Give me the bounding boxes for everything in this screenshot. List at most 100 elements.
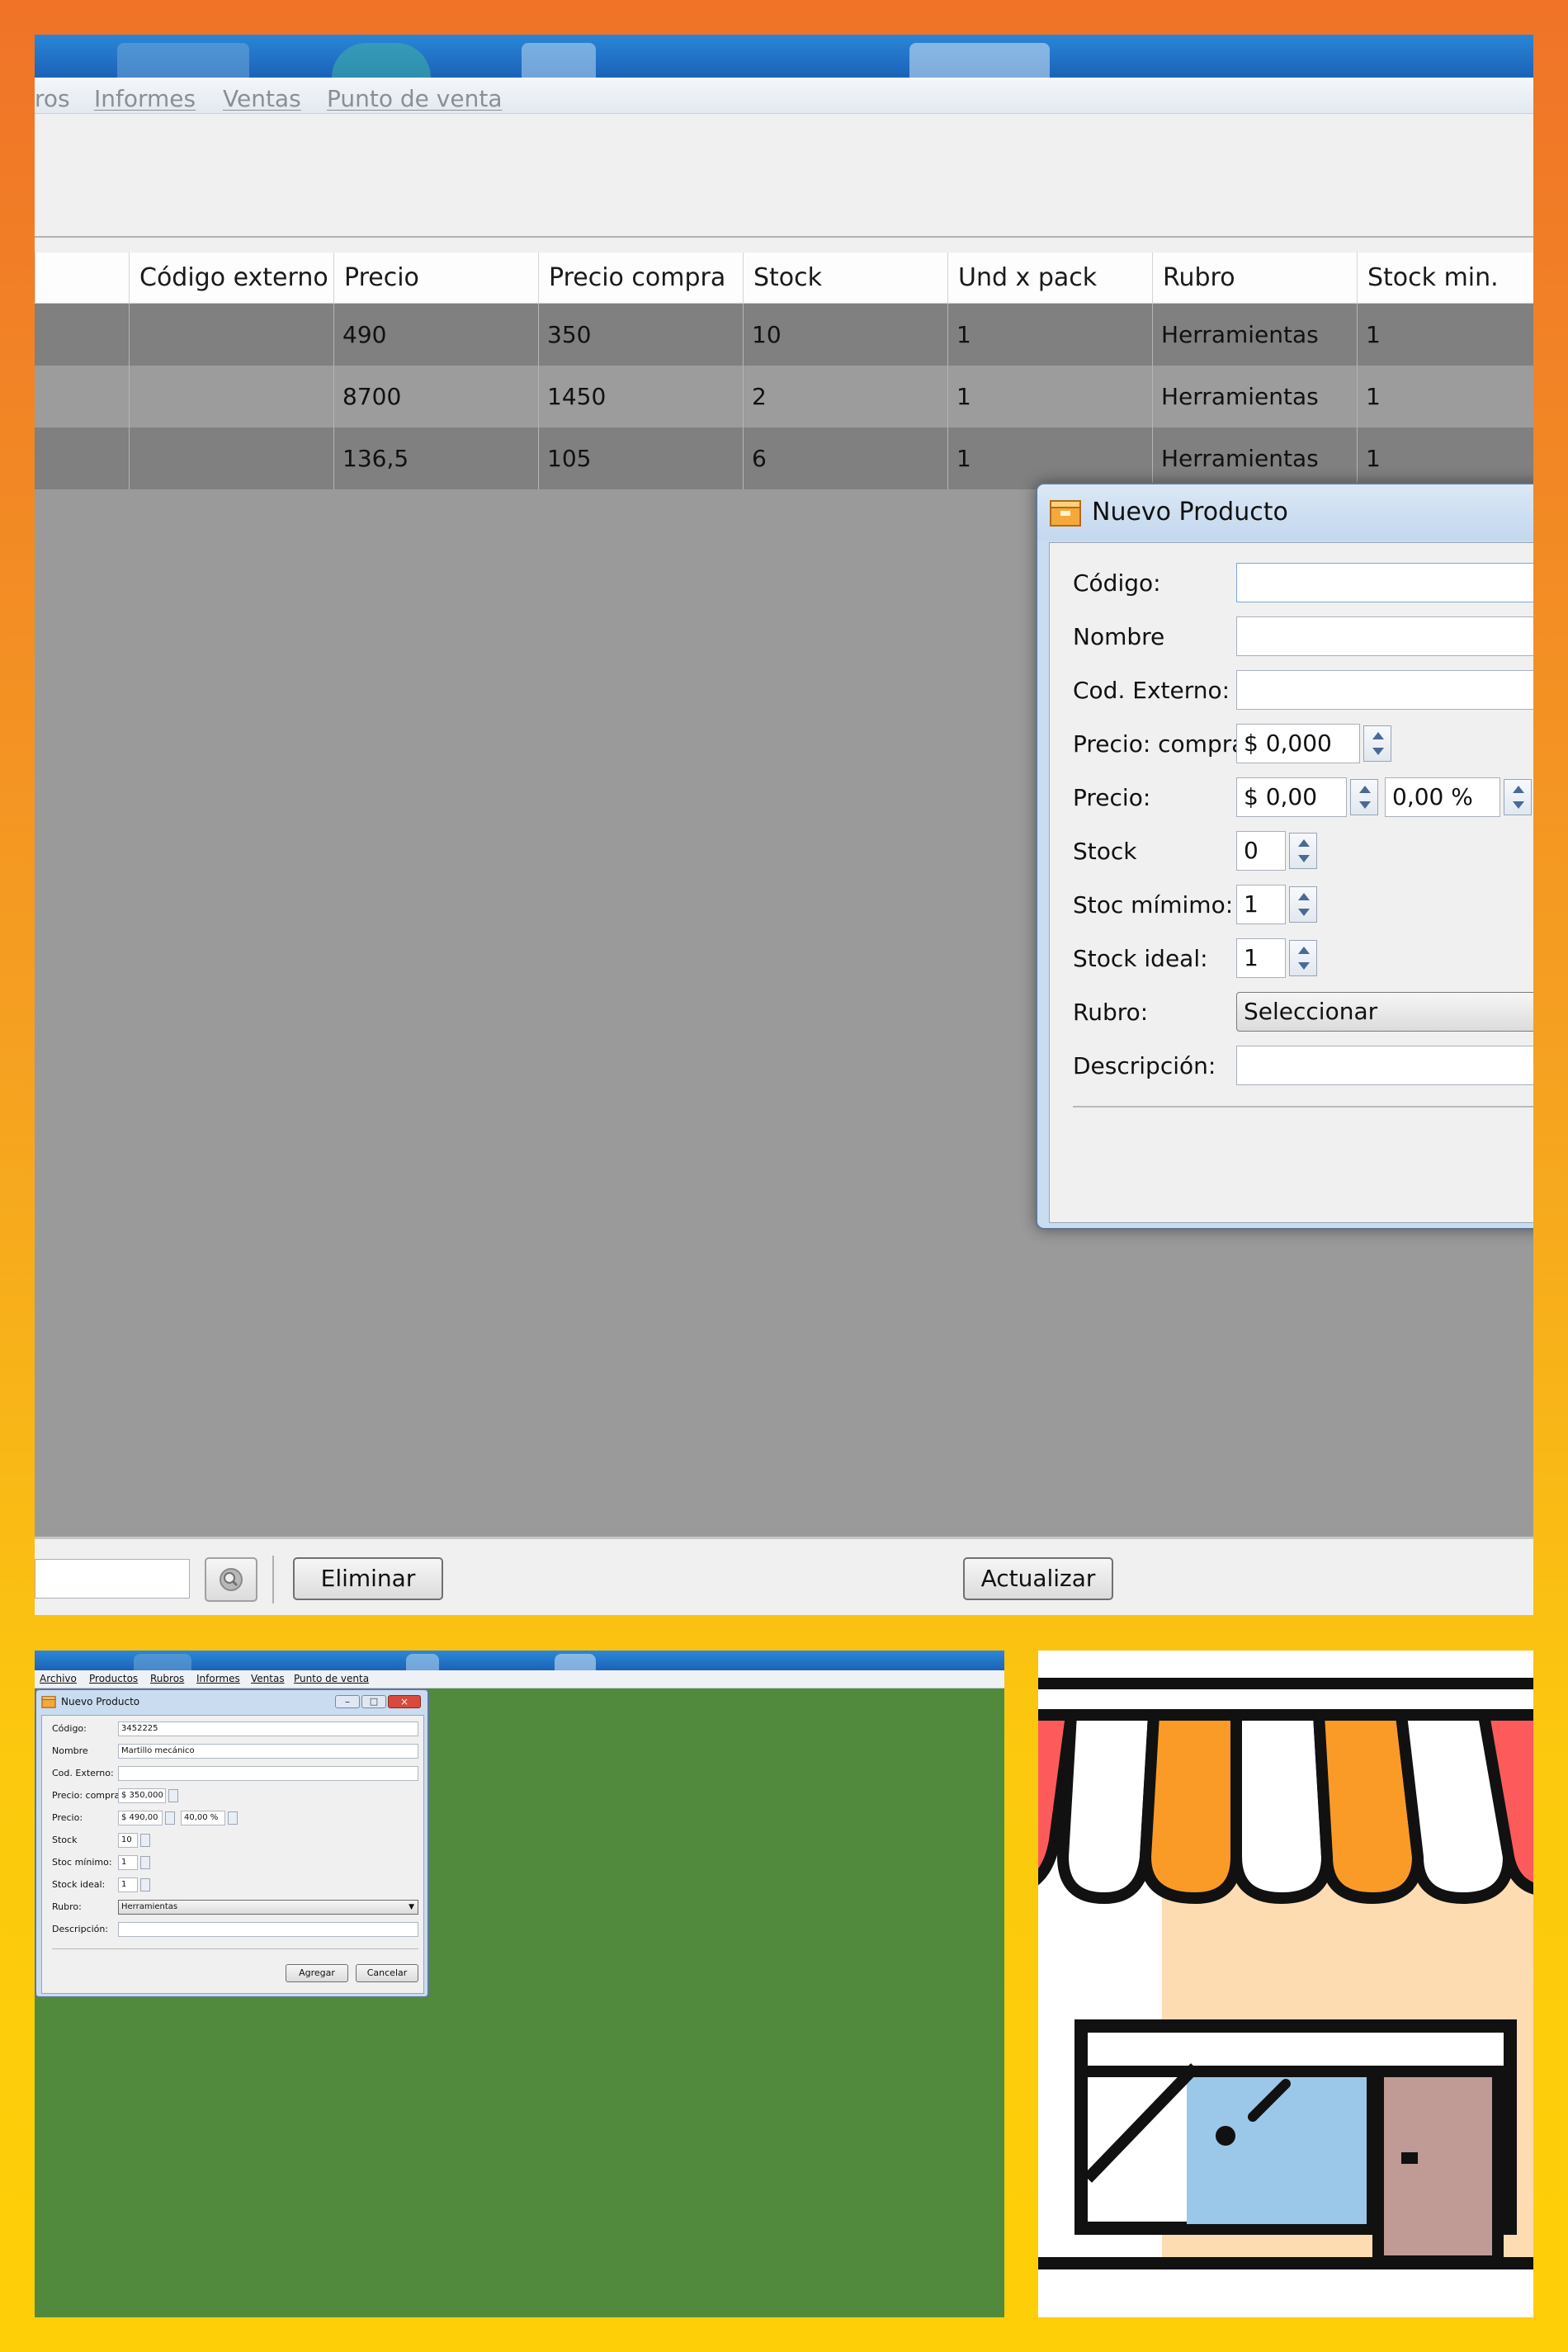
descripcion-input[interactable]: [1236, 1046, 1533, 1085]
box-icon: [1050, 500, 1081, 527]
codigo-input[interactable]: 3452225: [118, 1721, 418, 1736]
nombre-input[interactable]: [1236, 616, 1533, 656]
column-header-stock-min[interactable]: Stock min.: [1357, 253, 1533, 304]
cell-codigo-externo: [129, 427, 333, 489]
label-descripcion: Descripción:: [52, 1924, 109, 1934]
menu-item-informes[interactable]: Informes: [94, 85, 196, 112]
dialog-body: Código: 3452225 Nombre Martillo mecánico…: [41, 1715, 424, 1994]
actualizar-button[interactable]: Actualizar: [963, 1557, 1113, 1600]
label-rubro: Rubro:: [52, 1901, 82, 1912]
stoc-minimo-spinner[interactable]: [140, 1856, 150, 1869]
cell-precio: 136,5: [333, 427, 538, 489]
column-header-stock[interactable]: Stock: [743, 253, 947, 304]
margen-input[interactable]: 40,00 %: [181, 1811, 225, 1825]
stock-input[interactable]: 0: [1236, 831, 1286, 871]
menu-item-punto-de-venta[interactable]: Punto de venta: [294, 1673, 369, 1684]
cell-precio-compra: 350: [538, 304, 743, 366]
cell-codigo-externo: [129, 304, 333, 366]
minimize-button[interactable]: –: [335, 1695, 360, 1708]
column-header-precio[interactable]: Precio: [333, 253, 538, 304]
stock-ideal-input[interactable]: 1: [1236, 938, 1286, 978]
precio-compra-input[interactable]: $ 350,000: [118, 1788, 166, 1803]
store-icon-panel: [1038, 1651, 1533, 2317]
label-precio-compra: Precio: compra: [1073, 730, 1246, 758]
label-stock-ideal: Stock ideal:: [52, 1879, 106, 1890]
label-rubro: Rubro:: [1073, 999, 1149, 1026]
menu-item-informes[interactable]: Informes: [196, 1673, 240, 1684]
stock-input[interactable]: 10: [118, 1833, 138, 1848]
stock-spinner[interactable]: [1289, 833, 1317, 869]
table-row[interactable]: 490 350 10 1 Herramientas 1: [35, 304, 1533, 366]
cell-precio-compra: 1450: [538, 366, 743, 427]
cod-externo-input[interactable]: [118, 1766, 418, 1781]
menu-item-rubros[interactable]: ros: [35, 85, 70, 112]
column-header[interactable]: [35, 253, 129, 304]
rubro-select[interactable]: Herramientas ▼: [118, 1900, 418, 1915]
column-header-rubro[interactable]: Rubro: [1152, 253, 1357, 304]
box-icon: [41, 1696, 56, 1708]
column-header-codigo-externo[interactable]: Código externo: [129, 253, 333, 304]
cell-precio-compra: 105: [538, 427, 743, 489]
cell-und-x-pack: 1: [947, 366, 1152, 427]
label-codigo: Código:: [1073, 569, 1161, 597]
stoc-minimo-input[interactable]: 1: [118, 1855, 138, 1870]
rubro-select[interactable]: Seleccionar: [1236, 992, 1533, 1032]
taskbar: [35, 35, 1533, 78]
eliminar-button[interactable]: Eliminar: [293, 1557, 443, 1600]
menu-item-punto-de-venta[interactable]: Punto de venta: [327, 85, 502, 112]
cell-rubro: Herramientas: [1152, 366, 1357, 427]
dialog-titlebar[interactable]: Nuevo Producto: [1037, 484, 1533, 541]
nombre-input[interactable]: Martillo mecánico: [118, 1744, 418, 1759]
stoc-minimo-spinner[interactable]: [1289, 886, 1317, 923]
close-icon: ×: [399, 1696, 409, 1707]
menu-item-productos[interactable]: Productos: [89, 1673, 138, 1684]
stock-ideal-spinner[interactable]: [1289, 940, 1317, 976]
column-header-und-x-pack[interactable]: Und x pack: [947, 253, 1152, 304]
dialog-title: Nuevo Producto: [61, 1696, 140, 1707]
label-nombre: Nombre: [52, 1745, 88, 1756]
codigo-input[interactable]: [1236, 563, 1533, 602]
stock-spinner[interactable]: [140, 1834, 150, 1847]
close-button[interactable]: ×: [388, 1695, 421, 1708]
cod-externo-input[interactable]: [1236, 670, 1533, 710]
precio-compra-spinner[interactable]: [1363, 725, 1391, 762]
table-header: Código externo Precio Precio compra Stoc…: [35, 253, 1533, 304]
cell-stock: 10: [743, 304, 947, 366]
secondary-screenshot: Archivo Productos Rubros Informes Ventas…: [35, 1651, 1004, 2317]
cell-und-x-pack: 1: [947, 427, 1152, 489]
label-stock-ideal: Stock ideal:: [1073, 945, 1208, 972]
agregar-button[interactable]: Agregar: [286, 1964, 348, 1982]
cell-precio: 490: [333, 304, 538, 366]
margen-spinner[interactable]: [1504, 779, 1532, 815]
dialog-title: Nuevo Producto: [1092, 498, 1288, 527]
search-button[interactable]: [205, 1557, 257, 1602]
cancelar-button[interactable]: Cancelar: [356, 1964, 418, 1982]
menu-item-ventas[interactable]: Ventas: [223, 85, 301, 112]
descripcion-input[interactable]: [118, 1922, 418, 1937]
search-input[interactable]: [35, 1559, 190, 1599]
precio-spinner[interactable]: [165, 1811, 175, 1825]
chevron-down-icon: ▼: [409, 1903, 414, 1911]
cell-codigo-externo: [129, 366, 333, 427]
precio-compra-input[interactable]: $ 0,000: [1236, 724, 1360, 763]
column-header-precio-compra[interactable]: Precio compra: [538, 253, 743, 304]
cell-precio: 8700: [333, 366, 538, 427]
cell-stock-min: 1: [1357, 366, 1533, 427]
stock-ideal-spinner[interactable]: [140, 1878, 150, 1892]
margen-spinner[interactable]: [228, 1811, 238, 1825]
margen-input[interactable]: 0,00 %: [1385, 777, 1500, 817]
maximize-button[interactable]: □: [361, 1695, 386, 1708]
precio-input[interactable]: $ 490,00: [118, 1811, 163, 1825]
menu-item-rubros[interactable]: Rubros: [150, 1673, 184, 1684]
menu-item-ventas[interactable]: Ventas: [251, 1673, 285, 1684]
stoc-minimo-input[interactable]: 1: [1236, 885, 1286, 924]
precio-spinner[interactable]: [1350, 779, 1378, 815]
precio-compra-spinner[interactable]: [168, 1789, 178, 1802]
menu-bar: ros Informes Ventas Punto de venta: [35, 78, 1533, 114]
stock-ideal-input[interactable]: 1: [118, 1877, 138, 1892]
menu-item-archivo[interactable]: Archivo: [40, 1673, 77, 1684]
precio-input[interactable]: $ 0,00: [1236, 777, 1347, 817]
cell-stock-min: 1: [1357, 427, 1533, 489]
table-row[interactable]: 8700 1450 2 1 Herramientas 1: [35, 366, 1533, 427]
table-row[interactable]: 136,5 105 6 1 Herramientas 1: [35, 427, 1533, 489]
